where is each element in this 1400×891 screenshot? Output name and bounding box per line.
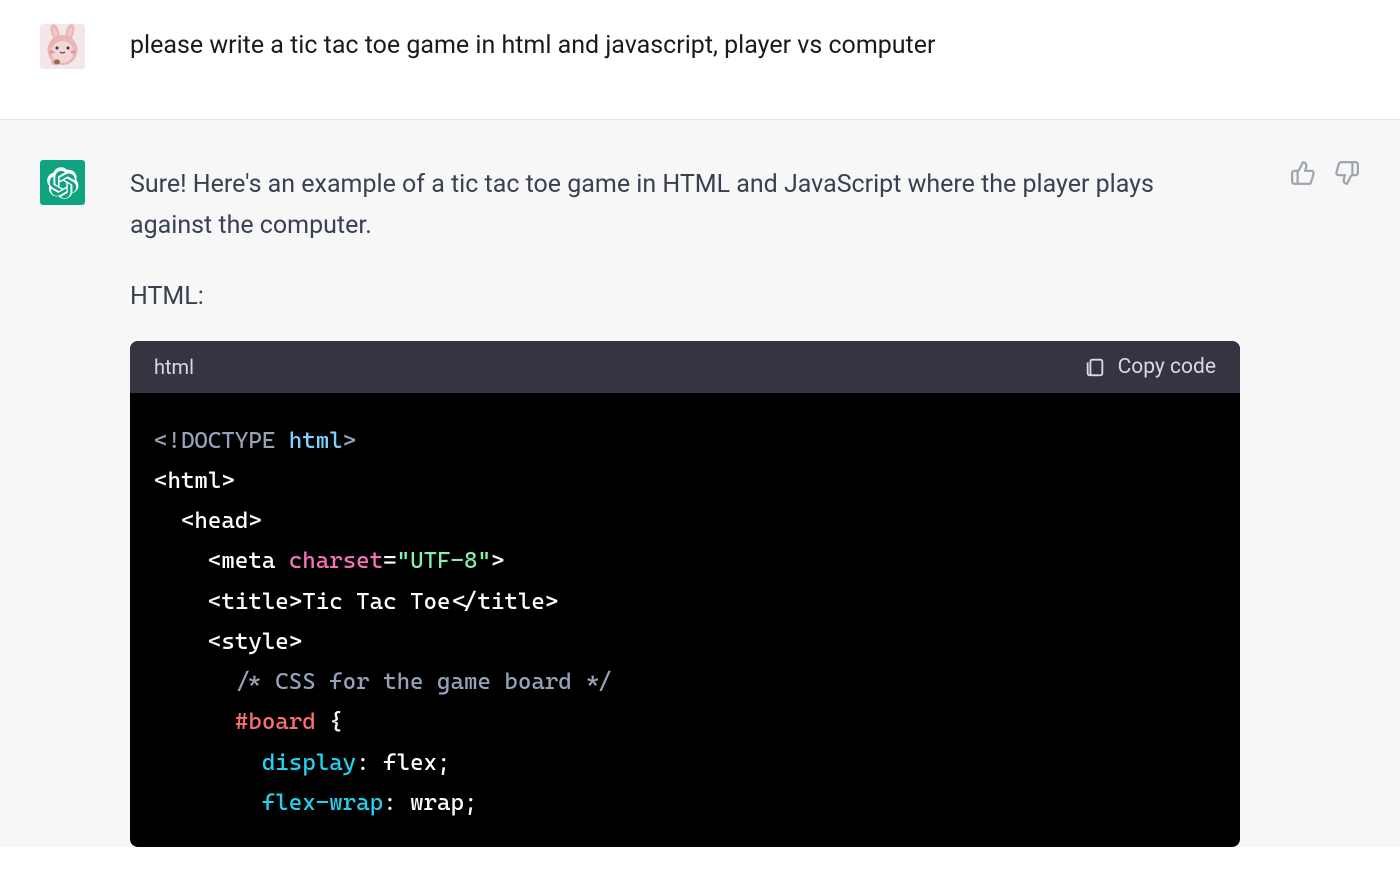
code-token: <!DOCTYPE (154, 428, 289, 454)
copy-code-label: Copy code (1118, 355, 1216, 379)
code-token: "UTF-8" (397, 548, 491, 574)
assistant-message-content: Sure! Here's an example of a tic tac toe… (130, 160, 1240, 847)
code-block-header: html Copy code (130, 341, 1240, 393)
code-language-label: html (154, 355, 194, 379)
thumbs-up-icon (1290, 160, 1316, 186)
thumbs-up-button[interactable] (1290, 160, 1316, 186)
code-token: <title> (208, 589, 302, 615)
code-token: flex-wrap (262, 790, 383, 816)
feedback-controls (1290, 160, 1360, 186)
code-token: </title> (451, 589, 559, 615)
code-token: html (289, 428, 343, 454)
assistant-intro-paragraph: Sure! Here's an example of a tic tac toe… (130, 164, 1240, 247)
code-token: > (491, 548, 504, 574)
code-token: #board (235, 709, 316, 735)
openai-logo-icon (47, 167, 79, 199)
code-token: { (329, 709, 342, 735)
code-token: <style> (208, 629, 302, 655)
code-token: : (383, 790, 396, 816)
code-token: ; (464, 790, 477, 816)
user-avatar (40, 24, 85, 69)
code-token: ; (437, 750, 450, 776)
bunny-avatar-icon (40, 24, 85, 69)
user-message-content: please write a tic tac toe game in html … (130, 24, 1240, 63)
user-message-row: please write a tic tac toe game in html … (0, 0, 1400, 119)
copy-code-button[interactable]: Copy code (1084, 355, 1216, 379)
code-token: <head> (181, 508, 262, 534)
code-token: /* CSS for the game board */ (235, 669, 612, 695)
code-content[interactable]: <!DOCTYPE html> <html> <head> <meta char… (130, 393, 1240, 848)
code-token: > (343, 428, 356, 454)
code-token: flex (370, 750, 437, 776)
code-token: display (262, 750, 356, 776)
code-token: <html> (154, 468, 235, 494)
code-token: : (356, 750, 369, 776)
code-token: Tic Tac Toe (302, 589, 450, 615)
code-token: wrap (397, 790, 464, 816)
user-message-text: please write a tic tac toe game in html … (130, 28, 1240, 63)
code-block-label: HTML: (130, 277, 1240, 317)
assistant-message-row: Sure! Here's an example of a tic tac toe… (0, 119, 1400, 847)
code-block: html Copy code <!DOCTYPE html> <html> <h… (130, 341, 1240, 848)
code-token: <meta (208, 548, 275, 574)
code-token: charset (289, 548, 383, 574)
code-token: = (383, 548, 396, 574)
assistant-avatar (40, 160, 85, 205)
thumbs-down-icon (1334, 160, 1360, 186)
clipboard-icon (1084, 355, 1106, 379)
thumbs-down-button[interactable] (1334, 160, 1360, 186)
assistant-message-text: Sure! Here's an example of a tic tac toe… (130, 164, 1240, 247)
